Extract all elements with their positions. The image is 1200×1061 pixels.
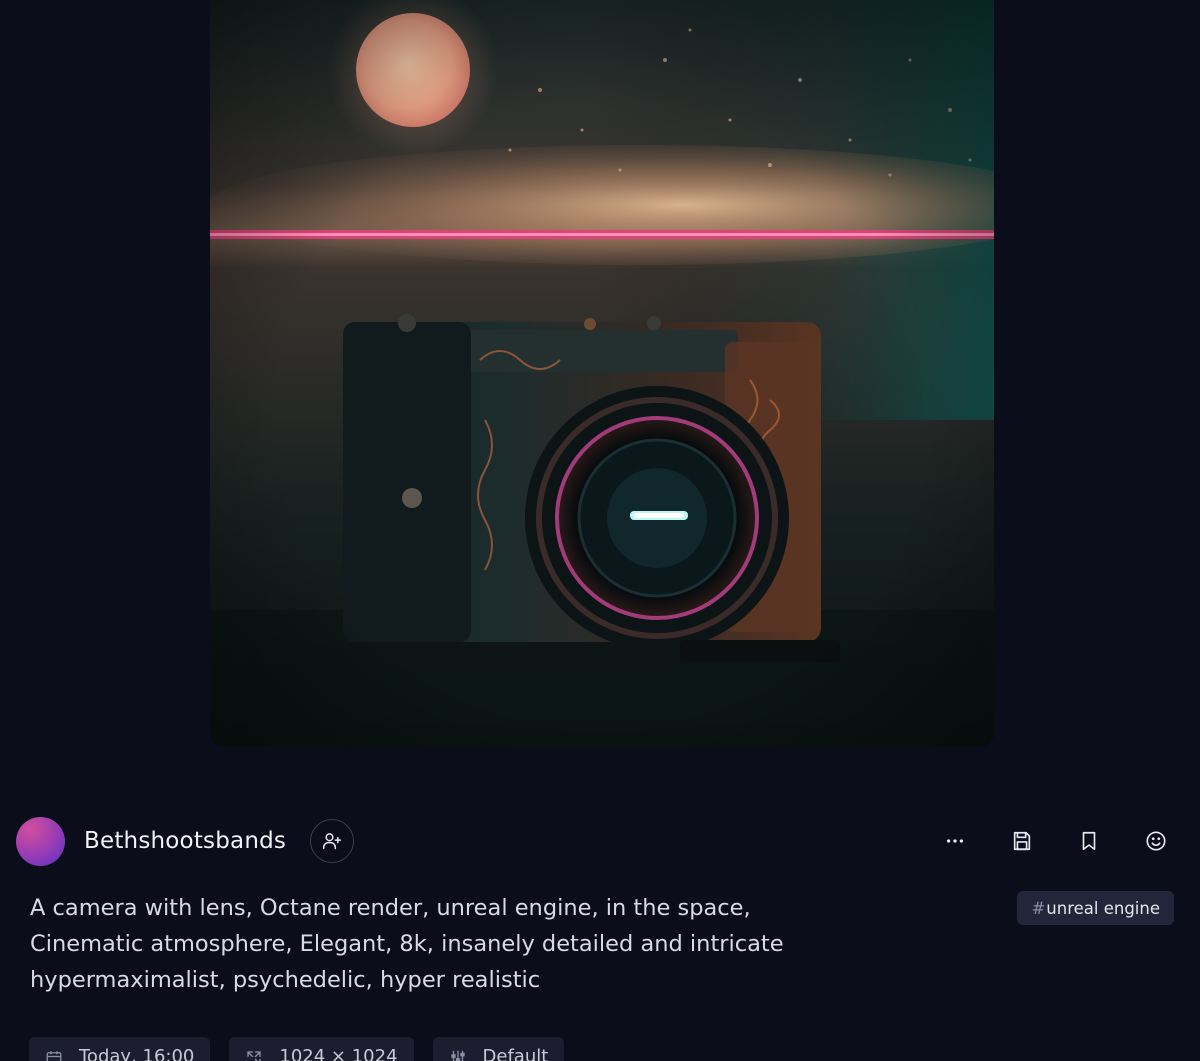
bookmark-icon (1082, 831, 1096, 851)
tag-label: unreal engine (1046, 898, 1160, 918)
size-value: 1024 × 1024 (279, 1046, 398, 1061)
author-username[interactable]: Bethshootsbands (84, 828, 286, 854)
camera-illustration (210, 0, 994, 747)
more-horizontal-icon (946, 839, 964, 843)
style-value: Default (482, 1046, 549, 1061)
tag-hash: # (1031, 898, 1046, 918)
follow-button[interactable] (310, 819, 355, 863)
artwork-image[interactable] (210, 0, 994, 747)
more-options-button[interactable] (937, 823, 973, 859)
date-value: Today, 16:00 (79, 1046, 195, 1061)
tag-unreal-engine[interactable]: # unreal engine (1017, 891, 1174, 925)
meta-chips: Today, 16:00 1024 × 1024 Default (29, 1037, 583, 1061)
prompt-text: A camera with lens, Octane render, unrea… (30, 895, 784, 993)
author-row: Bethshootsbands (16, 816, 1174, 866)
react-button[interactable] (1138, 823, 1174, 859)
artwork-detail-page: Bethshootsbands A camera with lens, Octa… (0, 0, 1200, 1061)
calendar-icon (46, 1051, 62, 1061)
avatar[interactable] (16, 816, 65, 866)
smile-icon (1146, 831, 1166, 851)
size-chip: 1024 × 1024 (229, 1037, 414, 1061)
expand-icon (247, 1051, 262, 1061)
date-chip: Today, 16:00 (29, 1037, 211, 1061)
save-button[interactable] (1004, 823, 1040, 859)
user-plus-icon (323, 833, 342, 850)
style-chip: Default (432, 1037, 565, 1061)
bookmark-button[interactable] (1071, 823, 1107, 859)
sliders-icon (450, 1050, 465, 1061)
artwork-actions (937, 823, 1174, 859)
floppy-disk-icon (1013, 831, 1031, 851)
